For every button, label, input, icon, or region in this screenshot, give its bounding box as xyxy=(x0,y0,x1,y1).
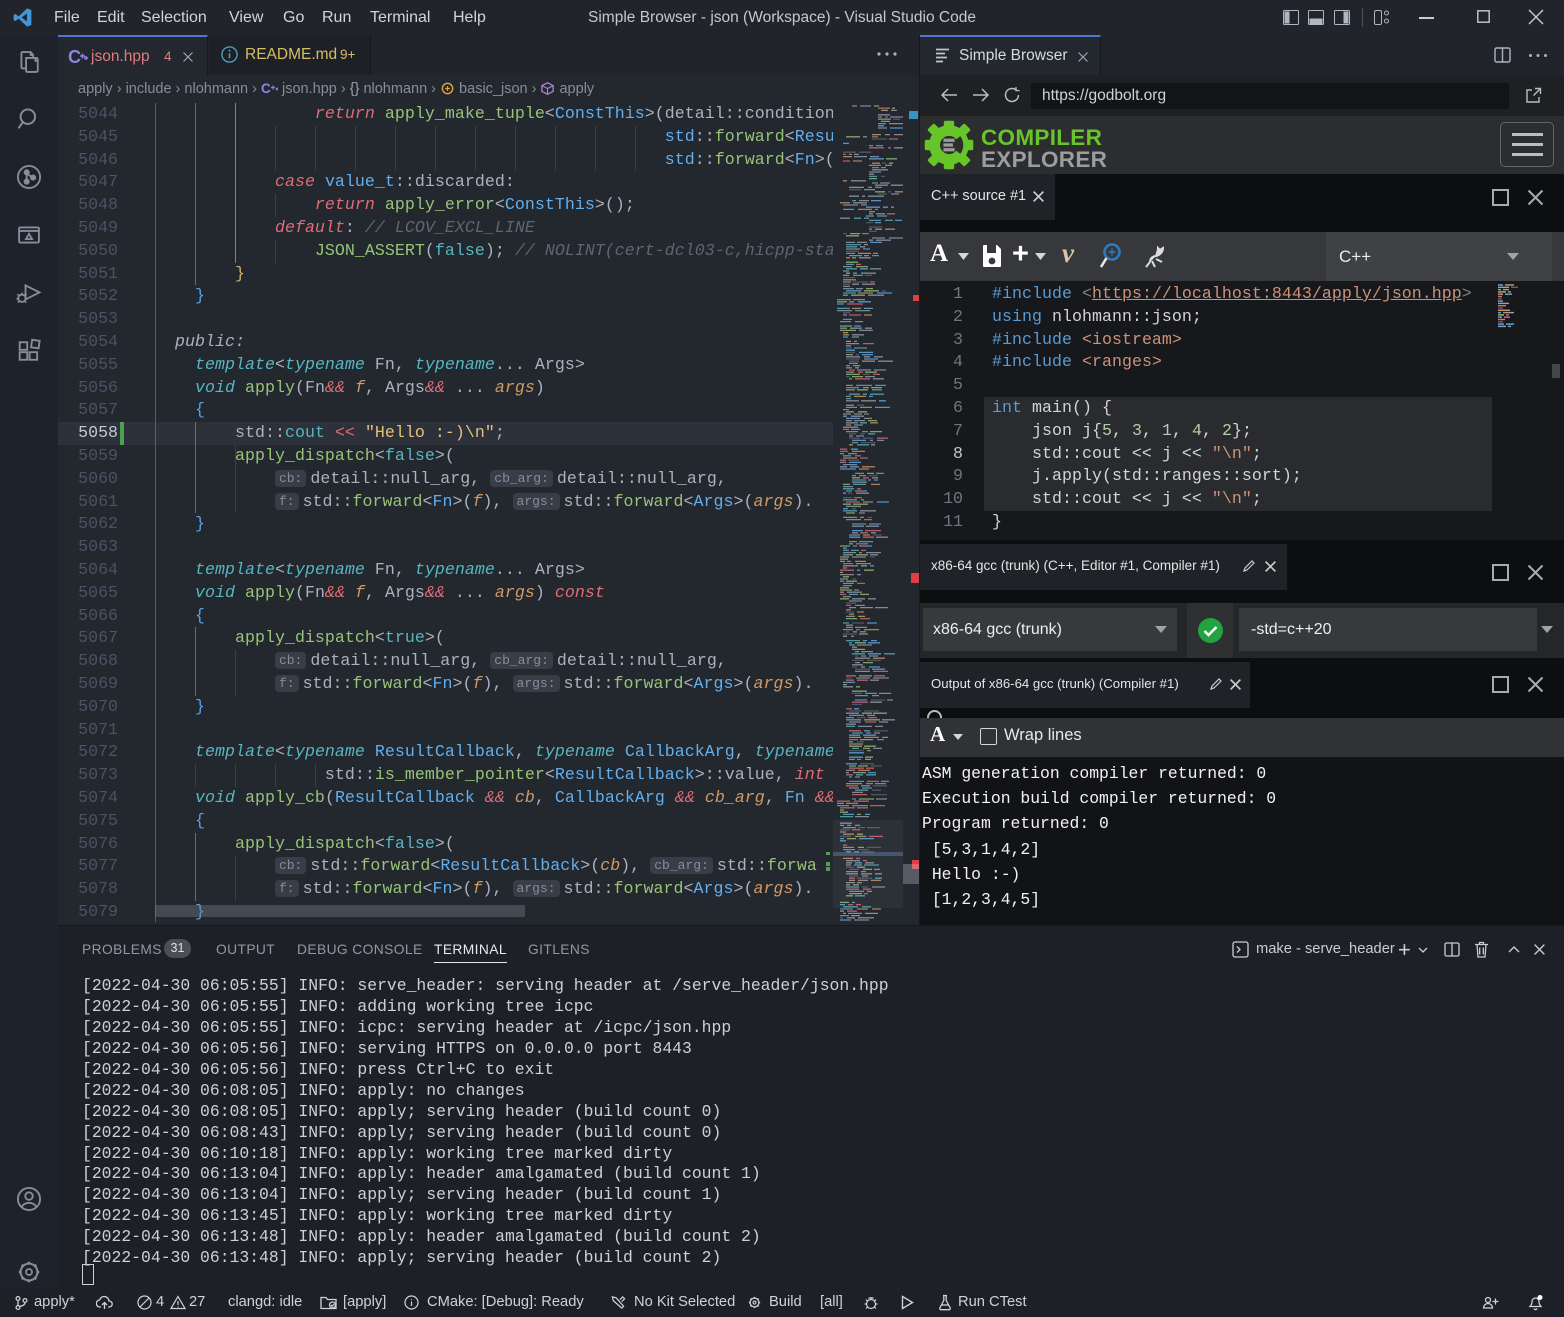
svg-text:C: C xyxy=(68,47,81,67)
svg-text:C: C xyxy=(261,81,271,96)
